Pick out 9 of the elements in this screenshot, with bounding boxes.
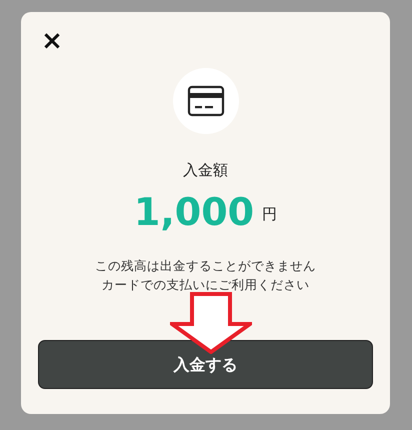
notice-text: この残高は出金することができません xyxy=(95,256,316,274)
notice-text: カードでの支払いにご利用ください xyxy=(102,276,310,294)
amount-label: 入金額 xyxy=(183,160,228,181)
currency-unit: 円 xyxy=(262,204,278,225)
down-arrow-icon xyxy=(170,292,252,354)
amount-value: 1,000 xyxy=(134,190,254,234)
close-button[interactable]: × xyxy=(41,28,63,54)
deposit-button[interactable]: 入金する xyxy=(38,340,373,389)
credit-card-icon xyxy=(186,85,224,117)
